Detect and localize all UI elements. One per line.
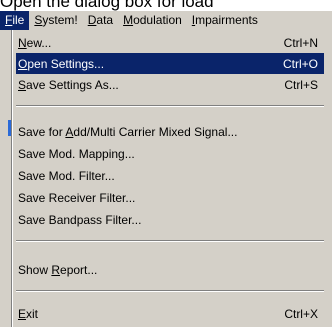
label-post: pen Settings...: [27, 56, 105, 71]
menu-item-save-mod-filter-label: Save Mod. Filter...: [18, 168, 115, 183]
menu-separator: [16, 105, 324, 107]
menu-item-save-settings-as-label: Save Settings As...: [18, 78, 119, 92]
label-mnemonic: O: [18, 56, 28, 71]
menu-item-show-report-label: Show Report...: [18, 263, 97, 277]
label-post: eport...: [60, 262, 98, 277]
label-post: ave Settings As...: [26, 77, 119, 92]
menu-modulation-mnemonic: M: [123, 13, 134, 27]
menu-item-save-receiver-filter-label: Save Receiver Filter...: [18, 190, 136, 205]
menu-item-exit[interactable]: Exit Ctrl+X: [16, 303, 324, 324]
menu-item-save-mod-filter[interactable]: Save Mod. Filter...: [16, 165, 324, 186]
window-accent-mark: [8, 120, 11, 136]
menu-item-open-settings[interactable]: Open Settings... Ctrl+O: [16, 53, 324, 74]
menu-modulation-label: odulation: [133, 13, 182, 27]
background-window-edge: [0, 30, 12, 327]
menu-separator: [16, 240, 324, 242]
menu-item-save-add-multi-carrier[interactable]: Save for Add/Multi Carrier Mixed Signal.…: [16, 121, 324, 142]
menu-item-save-settings-as-shortcut: Ctrl+S: [284, 77, 318, 92]
label-pre: Save for: [18, 124, 66, 139]
menu-file-label: ile: [12, 13, 25, 27]
menu-item-save-mod-mapping-label: Save Mod. Mapping...: [18, 146, 135, 161]
label-pre: Show: [18, 262, 52, 277]
menu-item-save-bandpass-filter-label: Save Bandpass Filter...: [18, 212, 142, 227]
menu-system-label: ystem!: [42, 13, 78, 27]
menu-item-save-bandpass-filter[interactable]: Save Bandpass Filter...: [16, 209, 324, 230]
menu-item-new[interactable]: New... Ctrl+N: [16, 32, 324, 53]
menu-item-show-report[interactable]: Show Report...: [16, 259, 324, 280]
caption-text: Open the dialog box for load: [0, 0, 214, 11]
label-post: ew...: [26, 35, 52, 50]
menu-item-open-settings-shortcut: Ctrl+O: [282, 56, 318, 71]
menu-data-label: ata: [96, 13, 114, 27]
menu-system[interactable]: System!: [29, 11, 82, 30]
menu-item-save-add-multi-carrier-label: Save for Add/Multi Carrier Mixed Signal.…: [18, 125, 237, 139]
menu-item-new-shortcut: Ctrl+N: [283, 35, 318, 50]
menu-item-new-label: New...: [18, 36, 51, 50]
file-dropdown-menu: New... Ctrl+N Open Settings... Ctrl+O Sa…: [12, 30, 332, 327]
menu-item-open-settings-label: Open Settings...: [18, 57, 104, 71]
label-mnemonic: S: [18, 77, 27, 92]
label-post: xit: [26, 306, 39, 321]
menu-separator: [16, 290, 324, 292]
menu-data[interactable]: Data: [83, 11, 118, 30]
menu-item-exit-shortcut: Ctrl+X: [284, 306, 318, 321]
menu-item-exit-label: Exit: [18, 307, 38, 321]
menu-modulation[interactable]: Modulation: [118, 11, 187, 30]
label-mnemonic: N: [18, 35, 27, 50]
label-mnemonic: R: [51, 262, 61, 277]
menu-item-save-receiver-filter[interactable]: Save Receiver Filter...: [16, 187, 324, 208]
menu-bar: File System! Data Modulation Impairments: [0, 11, 332, 30]
menu-file[interactable]: File: [0, 11, 30, 30]
label-mnemonic: E: [18, 306, 27, 321]
menu-impairments-label: mpairments: [195, 13, 258, 27]
menu-item-save-settings-as[interactable]: Save Settings As... Ctrl+S: [16, 74, 324, 95]
menu-item-save-mod-mapping[interactable]: Save Mod. Mapping...: [16, 143, 324, 164]
label-post: dd/Multi Carrier Mixed Signal...: [73, 124, 238, 139]
menu-impairments[interactable]: Impairments: [187, 11, 263, 30]
